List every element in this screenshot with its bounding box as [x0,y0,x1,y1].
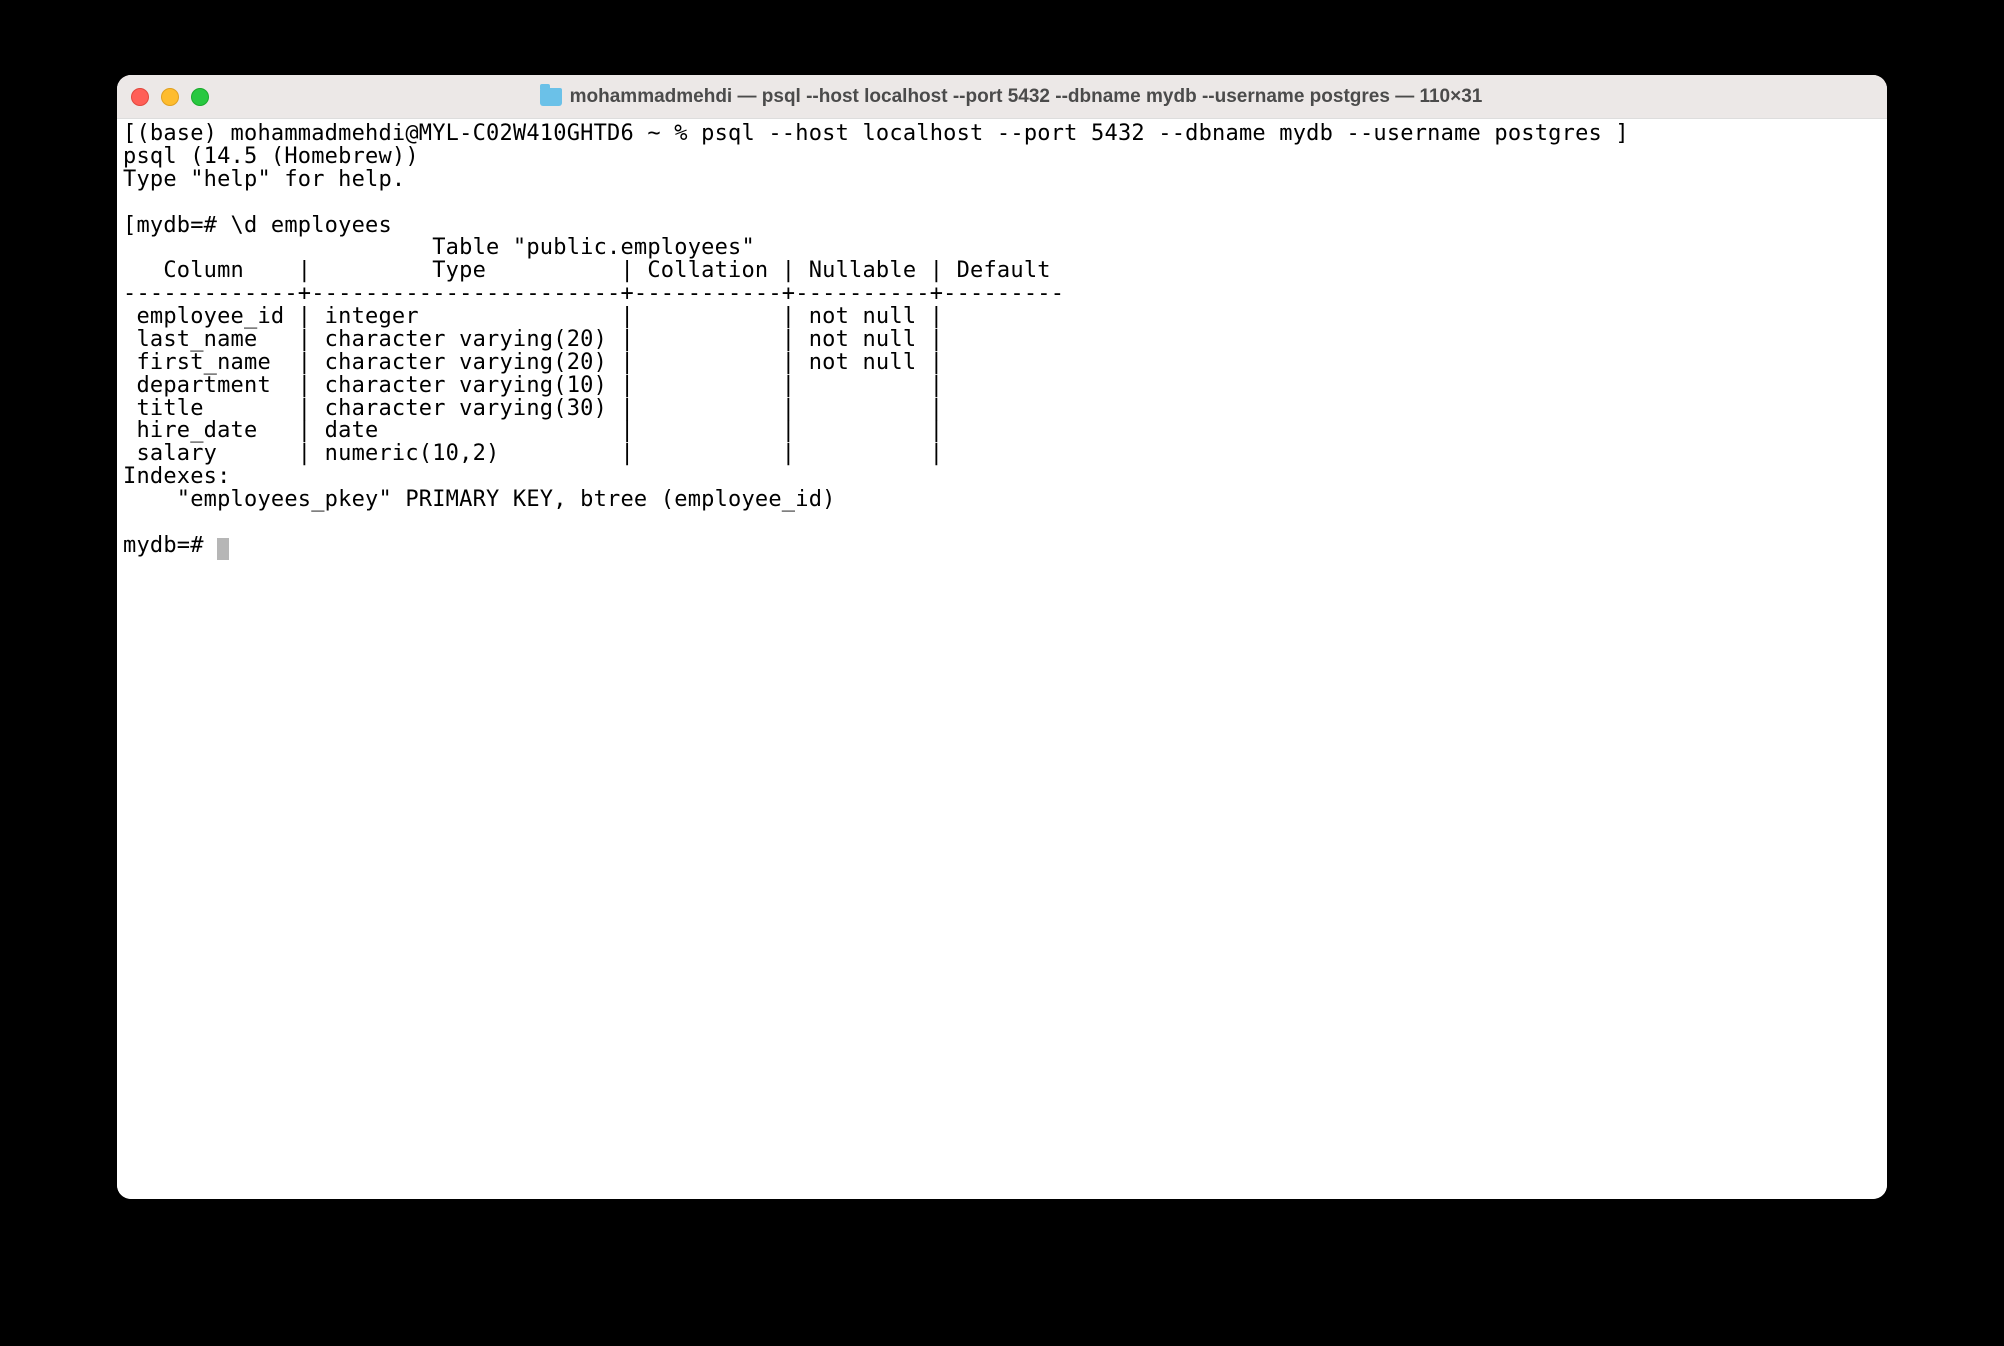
folder-icon [540,88,562,106]
window-titlebar: mohammadmehdi — psql --host localhost --… [117,75,1887,119]
window-title: mohammadmehdi — psql --host localhost --… [570,86,1483,108]
cursor [217,538,229,560]
terminal-line: title | character varying(30) | | | [123,396,957,421]
terminal-line: Type "help" for help. [123,167,405,192]
terminal-line: last_name | character varying(20) | | no… [123,327,957,352]
close-button[interactable] [131,88,149,106]
terminal-prompt: mydb=# [123,533,217,558]
terminal-line: Column | Type | Collation | Nullable | D… [123,258,1064,283]
terminal-line: [(base) mohammadmehdi@MYL-C02W410GHTD6 ~… [123,121,1629,146]
terminal-window: mohammadmehdi — psql --host localhost --… [117,75,1887,1199]
terminal-line: salary | numeric(10,2) | | | [123,441,957,466]
terminal-line: psql (14.5 (Homebrew)) [123,144,419,169]
terminal-line: department | character varying(10) | | | [123,373,957,398]
title-container: mohammadmehdi — psql --host localhost --… [149,86,1873,108]
terminal-line: employee_id | integer | | not null | [123,304,957,329]
terminal-line: first_name | character varying(20) | | n… [123,350,957,375]
terminal-body[interactable]: [(base) mohammadmehdi@MYL-C02W410GHTD6 ~… [117,119,1887,1199]
terminal-line: Indexes: [123,464,231,489]
terminal-line: "employees_pkey" PRIMARY KEY, btree (emp… [123,487,836,512]
terminal-line: hire_date | date | | | [123,418,957,443]
terminal-line: [mydb=# \d employees [123,213,392,238]
terminal-line: Table "public.employees" [123,235,755,260]
terminal-line: -------------+-----------------------+--… [123,281,1064,306]
